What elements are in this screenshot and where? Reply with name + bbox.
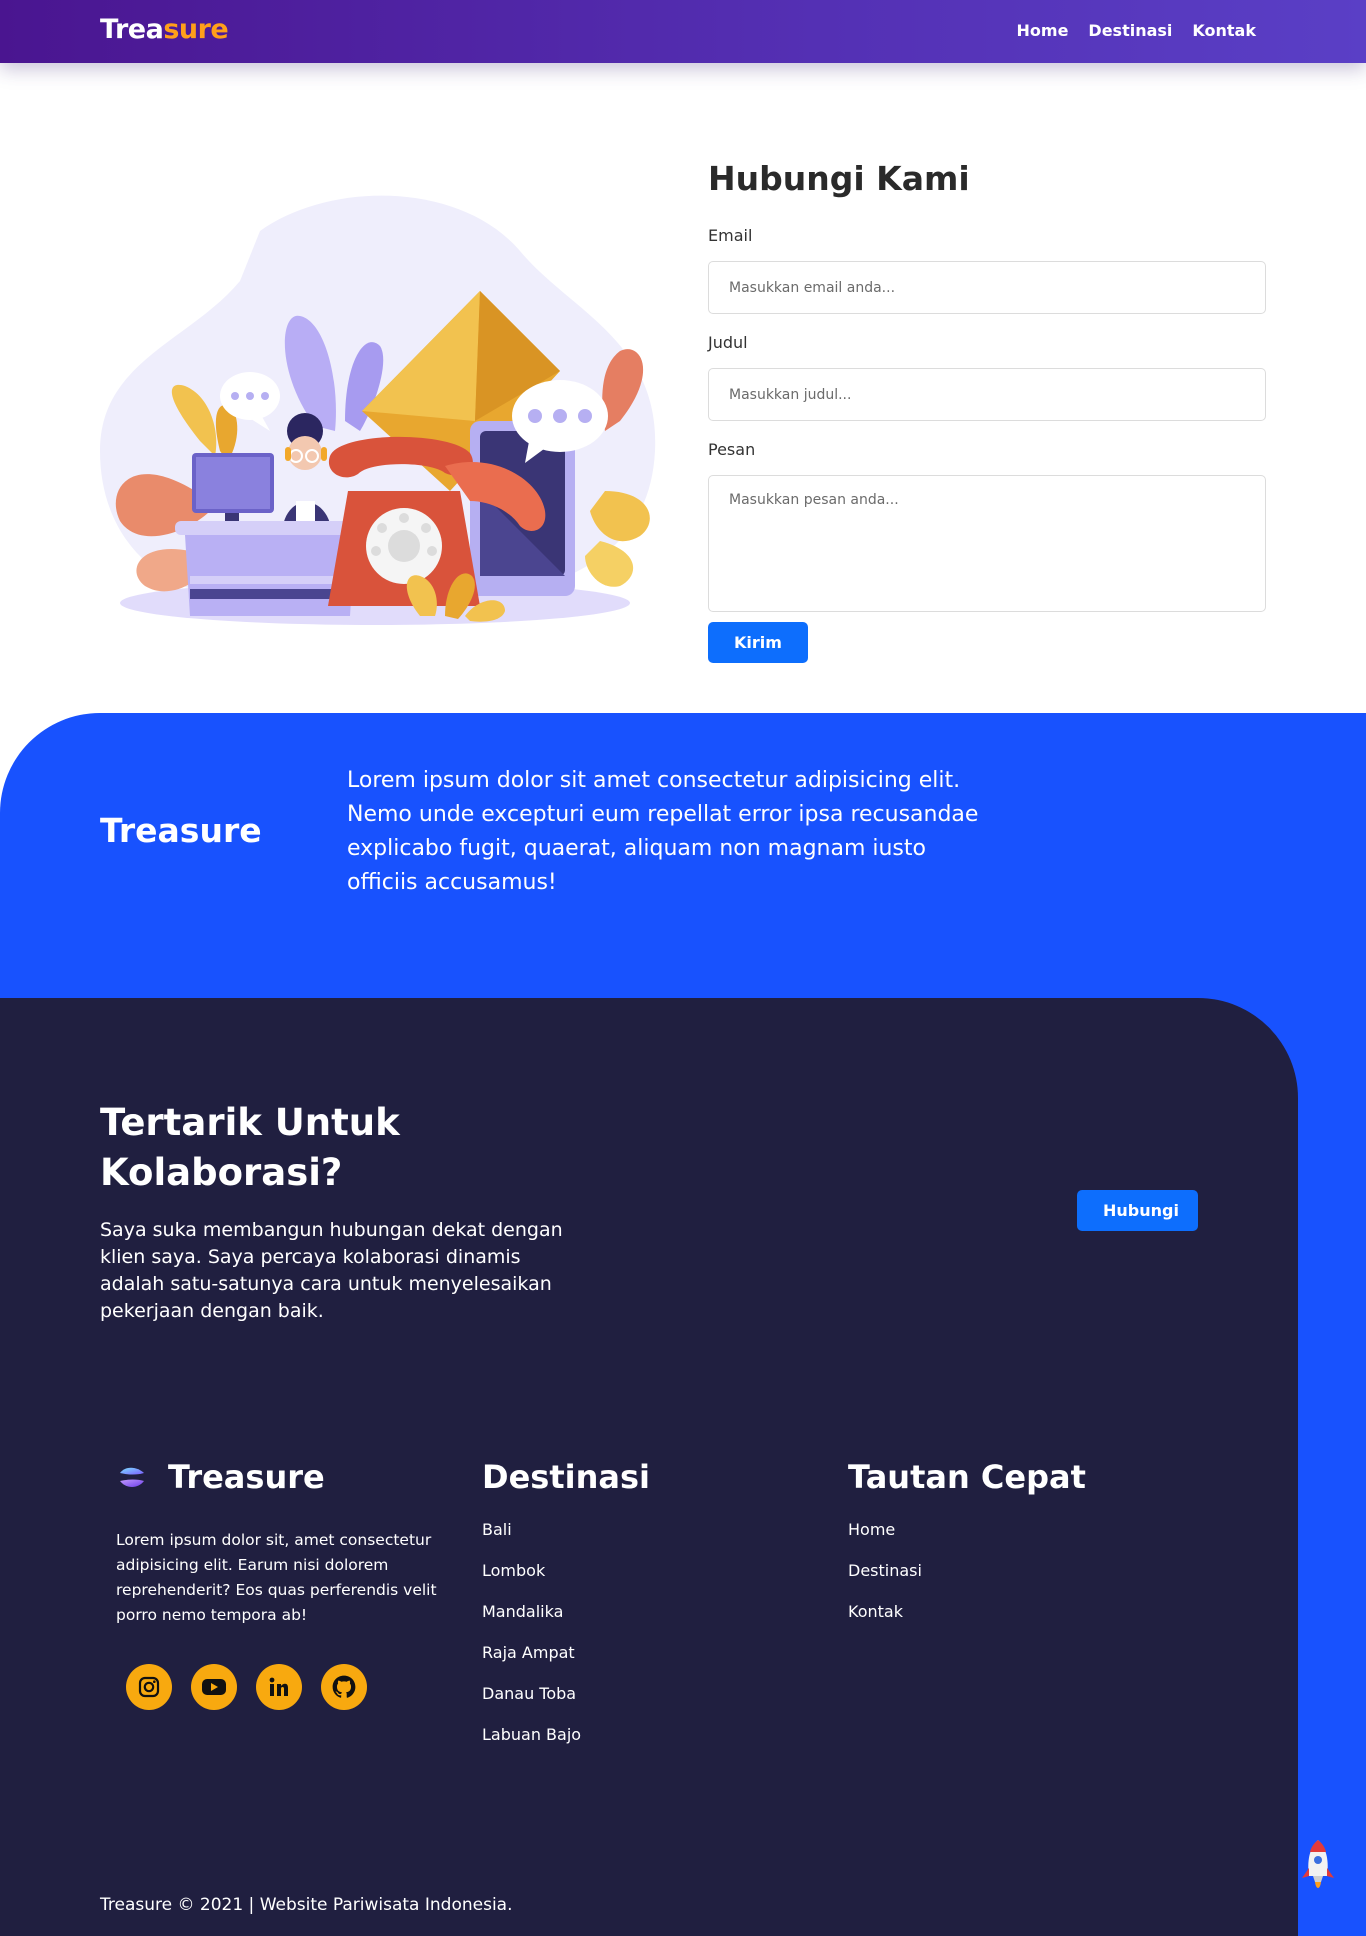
- instagram-icon[interactable]: [126, 1664, 172, 1710]
- brand-logo-icon: [120, 1467, 144, 1487]
- youtube-icon[interactable]: [191, 1664, 237, 1710]
- collab-title-line1: Tertarik Untuk: [100, 1101, 400, 1144]
- quicklink-home[interactable]: Home: [848, 1520, 922, 1561]
- footer-brand: Treasure: [116, 1458, 325, 1496]
- destination-link-danau-toba[interactable]: Danau Toba: [482, 1684, 581, 1725]
- band-text: Lorem ipsum dolor sit amet consectetur a…: [347, 768, 979, 895]
- brand-logo-part2: sure: [163, 14, 229, 45]
- destination-link-mandalika[interactable]: Mandalika: [482, 1602, 581, 1643]
- about-band: Treasure Lorem ipsum dolor sit amet cons…: [0, 713, 1366, 998]
- brand-logo[interactable]: Treasure: [100, 14, 229, 45]
- collab-title-line2: Kolaborasi?: [100, 1151, 343, 1194]
- quicklinks-title: Tautan Cepat: [848, 1458, 1086, 1496]
- nav-links: Home Destinasi Kontak: [1017, 21, 1256, 40]
- email-label: Email: [708, 226, 753, 245]
- quicklinks-list: Home Destinasi Kontak: [848, 1520, 922, 1643]
- destinations-title: Destinasi: [482, 1458, 650, 1496]
- email-field[interactable]: [708, 261, 1266, 314]
- band-brand: Treasure: [100, 811, 262, 850]
- github-icon[interactable]: [321, 1664, 367, 1710]
- contact-illustration: [100, 195, 656, 625]
- page-title: Hubungi Kami: [708, 159, 970, 198]
- hubungi-button[interactable]: Hubungi: [1077, 1190, 1198, 1231]
- footer-wrapper: Tertarik Untuk Kolaborasi? Saya suka mem…: [0, 998, 1366, 1936]
- navbar: Treasure Home Destinasi Kontak: [0, 0, 1366, 63]
- copyright-text: Treasure © 2021 | Website Pariwisata Ind…: [100, 1895, 513, 1915]
- linkedin-icon[interactable]: [256, 1664, 302, 1710]
- destination-link-lombok[interactable]: Lombok: [482, 1561, 581, 1602]
- message-label: Pesan: [708, 440, 756, 459]
- quicklink-kontak[interactable]: Kontak: [848, 1602, 922, 1643]
- title-label: Judul: [708, 333, 748, 352]
- quicklink-destinasi[interactable]: Destinasi: [848, 1561, 922, 1602]
- message-field[interactable]: [708, 475, 1266, 612]
- nav-link-kontak[interactable]: Kontak: [1192, 21, 1256, 40]
- brand-logo-part1: Trea: [100, 14, 164, 45]
- collab-description: Saya suka membangun hubungan dekat denga…: [100, 1219, 563, 1322]
- destination-link-labuan-bajo[interactable]: Labuan Bajo: [482, 1725, 581, 1766]
- nav-link-destinasi[interactable]: Destinasi: [1088, 21, 1172, 40]
- destination-link-raja-ampat[interactable]: Raja Ampat: [482, 1643, 581, 1684]
- rocket-icon[interactable]: [1298, 1838, 1338, 1898]
- submit-button[interactable]: Kirim: [708, 622, 808, 663]
- social-links: [126, 1664, 367, 1710]
- destination-link-bali[interactable]: Bali: [482, 1520, 581, 1561]
- nav-link-home[interactable]: Home: [1017, 21, 1069, 40]
- title-field[interactable]: [708, 368, 1266, 421]
- destinations-list: Bali Lombok Mandalika Raja Ampat Danau T…: [482, 1520, 581, 1766]
- collab-title: Tertarik Untuk Kolaborasi?: [100, 1098, 400, 1198]
- footer-brand-label: Treasure: [168, 1458, 325, 1496]
- contact-form: Hubungi Kami Email Judul Pesan Kirim: [708, 159, 1266, 663]
- contact-section: Hubungi Kami Email Judul Pesan Kirim: [0, 63, 1366, 713]
- footer-about-text: Lorem ipsum dolor sit, amet consectetur …: [116, 1531, 437, 1624]
- footer: Tertarik Untuk Kolaborasi? Saya suka mem…: [0, 998, 1298, 1936]
